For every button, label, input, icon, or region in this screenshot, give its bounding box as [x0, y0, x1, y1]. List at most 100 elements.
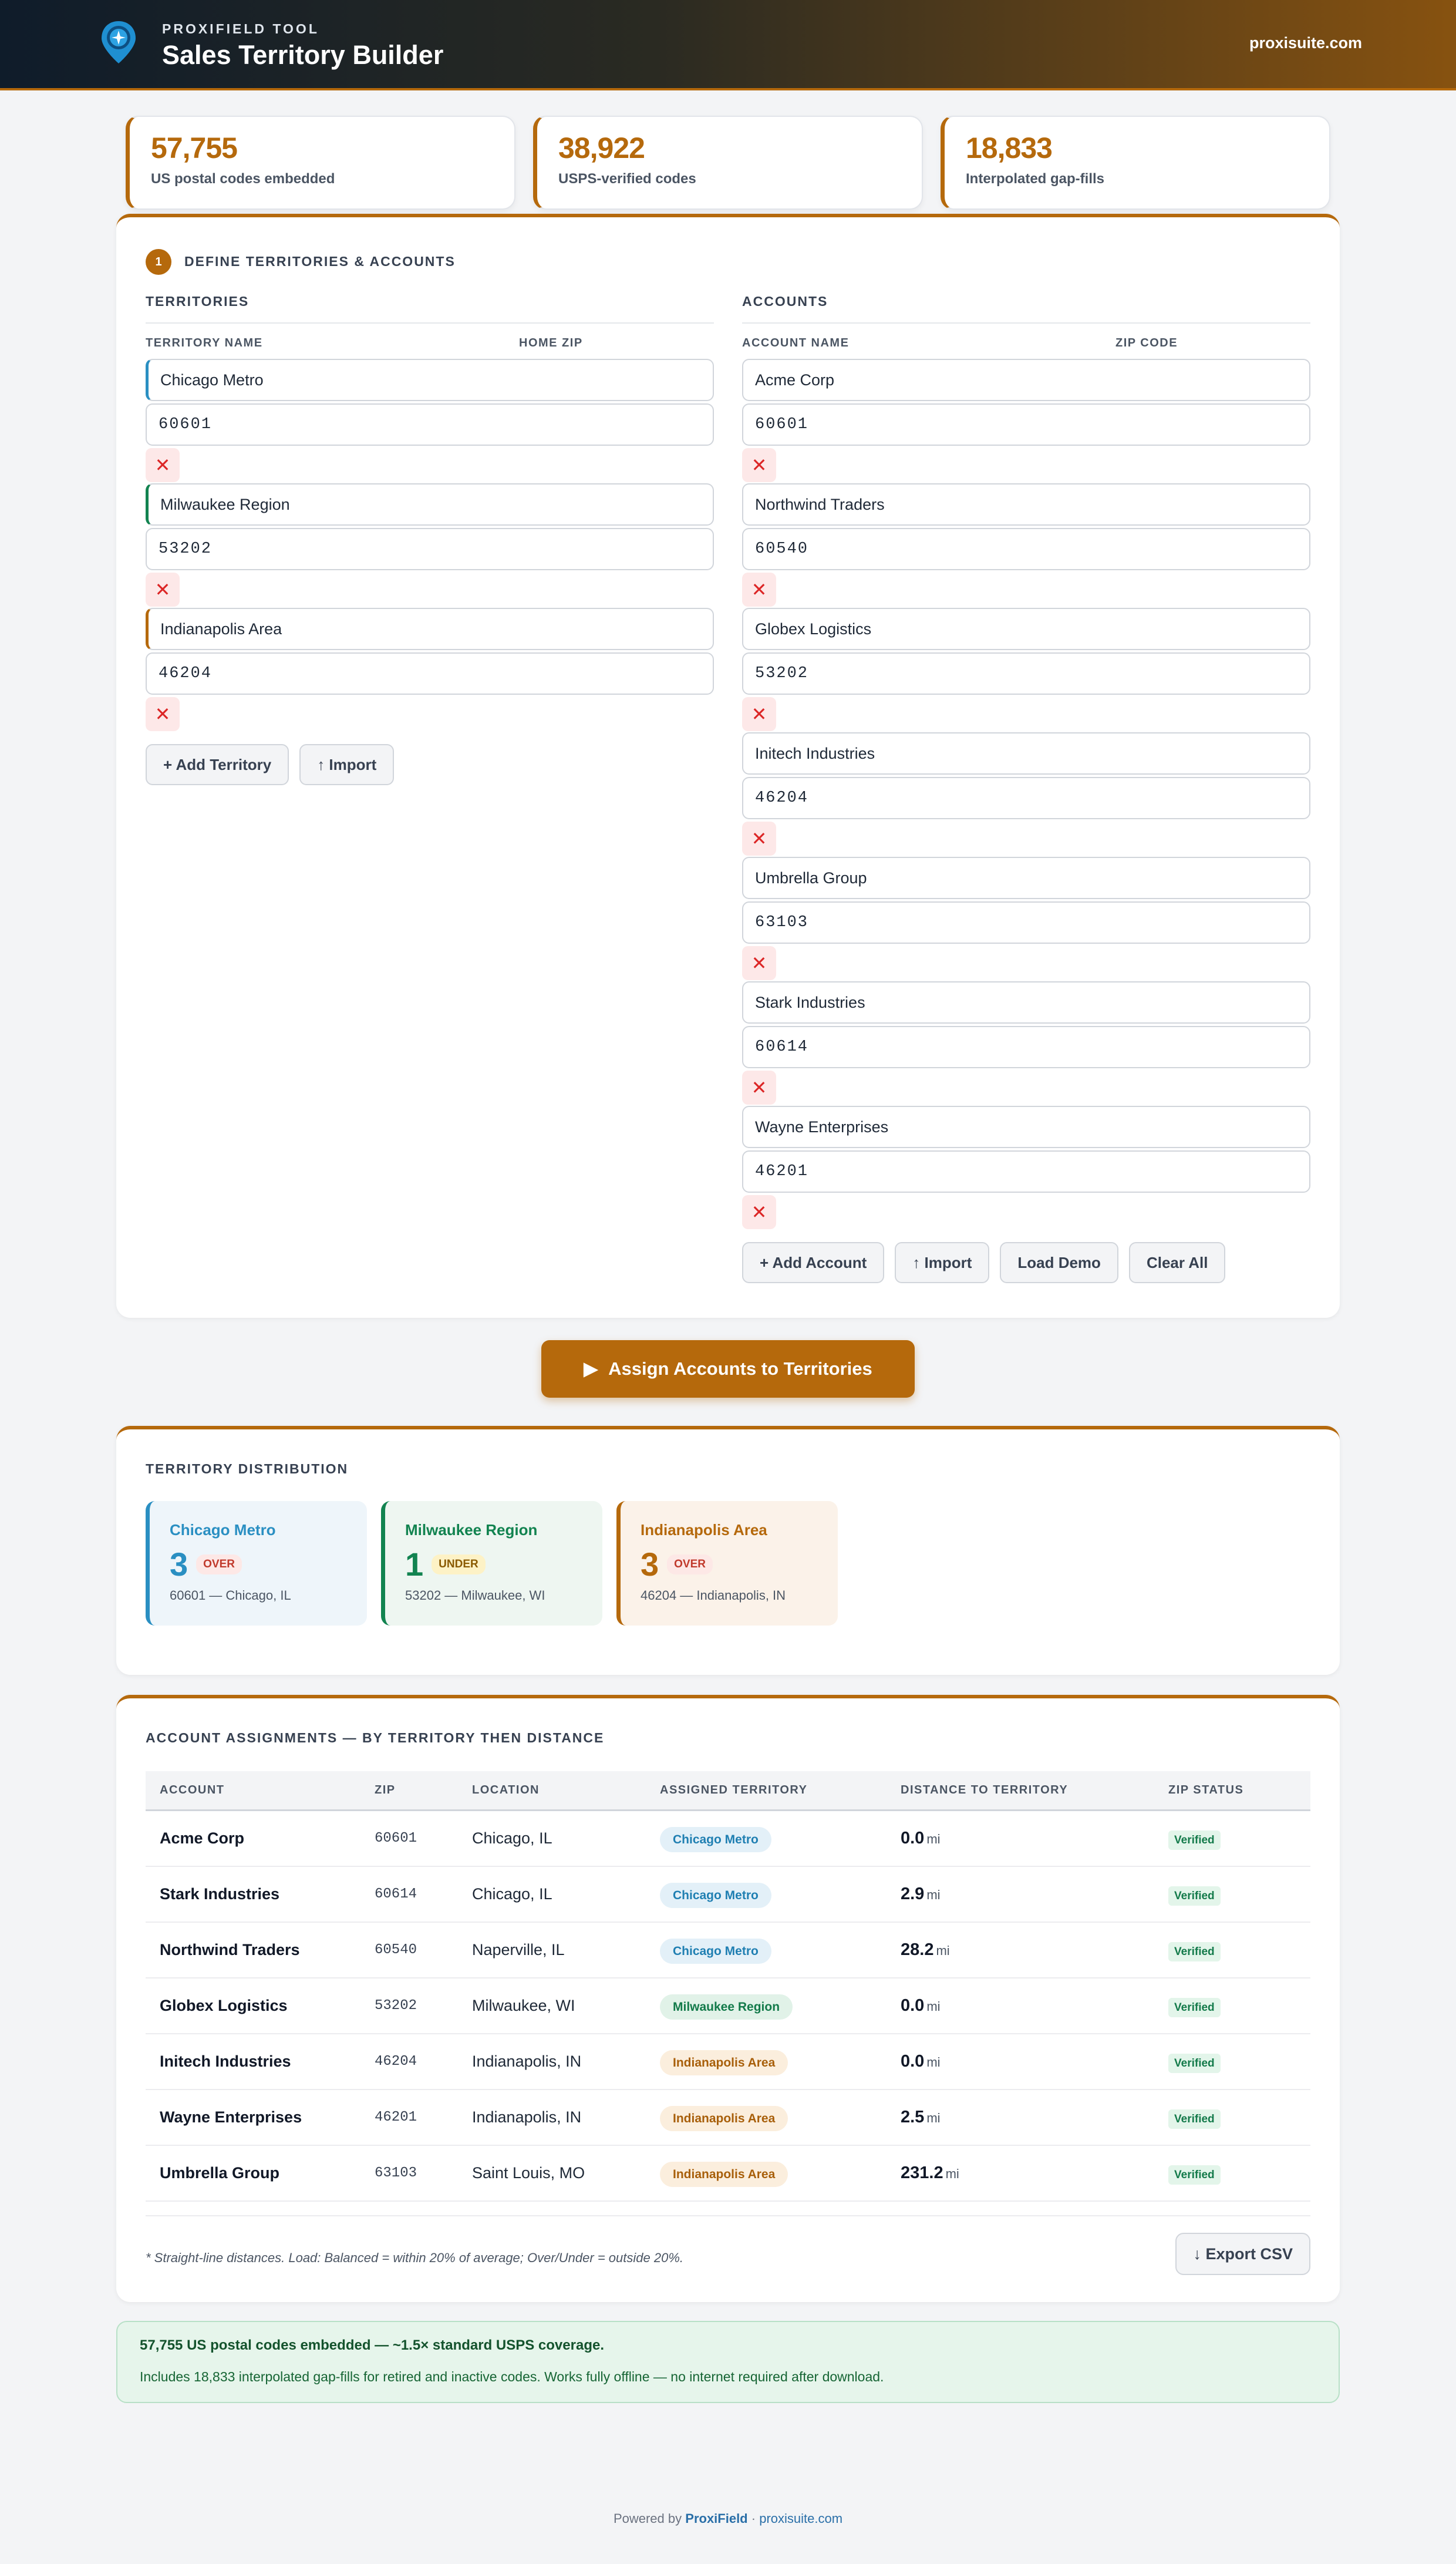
import-territories-button[interactable]: ↑ Import	[299, 744, 395, 785]
zip-cell: 63103	[375, 2165, 417, 2181]
account-row: Initech Industries 46204 ✕	[742, 732, 1310, 857]
account-name-input[interactable]: Stark Industries	[742, 981, 1310, 1024]
remove-account-icon[interactable]: ✕	[742, 448, 776, 482]
territory-name-input[interactable]: Milwaukee Region	[146, 483, 714, 526]
map-pin-logo-icon	[102, 21, 136, 63]
remove-account-icon[interactable]: ✕	[742, 1071, 776, 1105]
info-text: Includes 18,833 interpolated gap-fills f…	[140, 2369, 884, 2384]
verified-badge: Verified	[1168, 2054, 1221, 2073]
add-territory-button[interactable]: + Add Territory	[146, 744, 289, 785]
account-name-input[interactable]: Globex Logistics	[742, 608, 1310, 650]
account-name-input[interactable]: Northwind Traders	[742, 483, 1310, 526]
stat-label: US postal codes embedded	[151, 171, 335, 187]
distance-cell: 231.2 mi	[901, 2163, 1168, 2183]
account-row: Umbrella Group 63103 ✕	[742, 857, 1310, 981]
distance-unit: mi	[936, 1943, 950, 1958]
home-zip-header: HOME ZIP	[519, 337, 583, 349]
stat-value: 57,755	[151, 132, 238, 164]
distance-value: 0.0	[901, 1829, 925, 1848]
define-panel: 1 DEFINE TERRITORIES & ACCOUNTS TERRITOR…	[116, 214, 1340, 1318]
distribution-home-location: 60601 — Chicago, IL	[170, 1588, 291, 1603]
account-zip-input[interactable]: 60601	[742, 403, 1310, 446]
divider	[146, 2215, 1310, 2216]
territory-name-input[interactable]: Chicago Metro	[146, 359, 714, 401]
coverage-info-box: 57,755 US postal codes embedded — ~1.5× …	[116, 2321, 1340, 2403]
distribution-account-count: 3	[641, 1546, 659, 1583]
import-accounts-button[interactable]: ↑ Import	[895, 1242, 990, 1283]
remove-account-icon[interactable]: ✕	[742, 946, 776, 980]
territory-name-input[interactable]: Indianapolis Area	[146, 608, 714, 650]
remove-account-icon[interactable]: ✕	[742, 1195, 776, 1229]
distribution-account-count: 3	[170, 1546, 188, 1583]
territory-zip-input[interactable]: 53202	[146, 528, 714, 570]
account-zip-input[interactable]: 53202	[742, 652, 1310, 695]
remove-territory-icon[interactable]: ✕	[146, 573, 180, 607]
account-name-input[interactable]: Umbrella Group	[742, 857, 1310, 899]
footer-site-link[interactable]: proxisuite.com	[759, 2511, 842, 2526]
zip-header: ZIP	[375, 1784, 396, 1796]
distance-value: 28.2	[901, 1940, 934, 1959]
territory-cell: Indianapolis Area	[660, 2106, 901, 2131]
account-zip-input[interactable]: 60540	[742, 528, 1310, 570]
account-cell: Wayne Enterprises	[160, 2108, 302, 2126]
accounts-heading: ACCOUNTS	[742, 294, 1310, 324]
account-name-input[interactable]: Wayne Enterprises	[742, 1106, 1310, 1148]
account-zip-input[interactable]: 60614	[742, 1026, 1310, 1068]
zip-cell: 46201	[375, 2109, 417, 2125]
account-name-header: ACCOUNT NAME	[742, 337, 850, 349]
distribution-territory-name: Indianapolis Area	[641, 1521, 767, 1539]
zip-code-header: ZIP CODE	[1115, 337, 1178, 349]
assignments-panel: ACCOUNT ASSIGNMENTS — BY TERRITORY THEN …	[116, 1695, 1340, 2302]
territory-zip-input[interactable]: 60601	[146, 403, 714, 446]
distance-value: 231.2	[901, 2163, 943, 2182]
account-row: Acme Corp 60601 ✕	[742, 359, 1310, 483]
distance-unit: mi	[945, 2166, 959, 2181]
footer-brand-link[interactable]: ProxiField	[685, 2511, 747, 2526]
distribution-home-location: 53202 — Milwaukee, WI	[405, 1588, 545, 1603]
define-title: DEFINE TERRITORIES & ACCOUNTS	[184, 254, 456, 269]
remove-account-icon[interactable]: ✕	[742, 697, 776, 731]
account-cell: Acme Corp	[160, 1829, 245, 1847]
account-row: Stark Industries 60614 ✕	[742, 981, 1310, 1106]
territory-zip-input[interactable]: 46204	[146, 652, 714, 695]
stat-card: 38,922 USPS-verified codes	[533, 116, 923, 210]
location-cell: Chicago, IL	[472, 1885, 552, 1903]
table-row: Umbrella Group 63103 Saint Louis, MO Indian…	[146, 2146, 1310, 2202]
info-title: 57,755 US postal codes embedded — ~1.5× …	[140, 2337, 604, 2353]
account-zip-input[interactable]: 46204	[742, 777, 1310, 819]
clear-all-button[interactable]: Clear All	[1128, 1242, 1226, 1283]
distribution-account-count: 1	[405, 1546, 424, 1583]
remove-territory-icon[interactable]: ✕	[146, 448, 180, 482]
status-cell: Verified	[1168, 2164, 1310, 2185]
distribution-panel: TERRITORY DISTRIBUTION Chicago Metro 3 OVE…	[116, 1426, 1340, 1675]
territory-pill: Indianapolis Area	[660, 2162, 788, 2187]
assign-button-label: Assign Accounts to Territories	[608, 1358, 872, 1379]
remove-account-icon[interactable]: ✕	[742, 573, 776, 607]
app-kicker: PROXIFIELD TOOL	[162, 21, 319, 36]
remove-account-icon[interactable]: ✕	[742, 822, 776, 856]
account-zip-input[interactable]: 46201	[742, 1150, 1310, 1193]
add-account-button[interactable]: + Add Account	[742, 1242, 885, 1283]
assign-accounts-button[interactable]: ▶ Assign Accounts to Territories	[541, 1340, 915, 1398]
distribution-cards: Chicago Metro 3 OVER 60601 — Chicago, IL Mil…	[146, 1501, 838, 1626]
distance-unit: mi	[926, 2055, 941, 2070]
account-name-input[interactable]: Acme Corp	[742, 359, 1310, 401]
verified-badge: Verified	[1168, 1886, 1221, 1906]
account-rows: Acme Corp 60601 ✕ Northwind Traders 60540 ✕ Gl…	[742, 359, 1310, 1230]
stat-card: 57,755 US postal codes embedded	[126, 116, 515, 210]
table-row: Northwind Traders 60540 Naperville, IL Chic…	[146, 1923, 1310, 1978]
remove-territory-icon[interactable]: ✕	[146, 697, 180, 731]
account-row: Globex Logistics 53202 ✕	[742, 608, 1310, 732]
location-cell: Saint Louis, MO	[472, 2164, 585, 2182]
site-link[interactable]: proxisuite.com	[1249, 34, 1362, 52]
location-header: LOCATION	[472, 1784, 540, 1796]
account-zip-input[interactable]: 63103	[742, 901, 1310, 944]
distribution-home-location: 46204 — Indianapolis, IN	[641, 1588, 786, 1603]
app-header: PROXIFIELD TOOL Sales Territory Builder …	[0, 0, 1456, 90]
export-csv-button[interactable]: ↓ Export CSV	[1175, 2233, 1310, 2275]
territory-pill: Milwaukee Region	[660, 1994, 793, 2020]
load-demo-button[interactable]: Load Demo	[1000, 1242, 1118, 1283]
status-cell: Verified	[1168, 2108, 1310, 2129]
account-name-input[interactable]: Initech Industries	[742, 732, 1310, 775]
territory-distribution-card: Chicago Metro 3 OVER 60601 — Chicago, IL	[146, 1501, 367, 1626]
